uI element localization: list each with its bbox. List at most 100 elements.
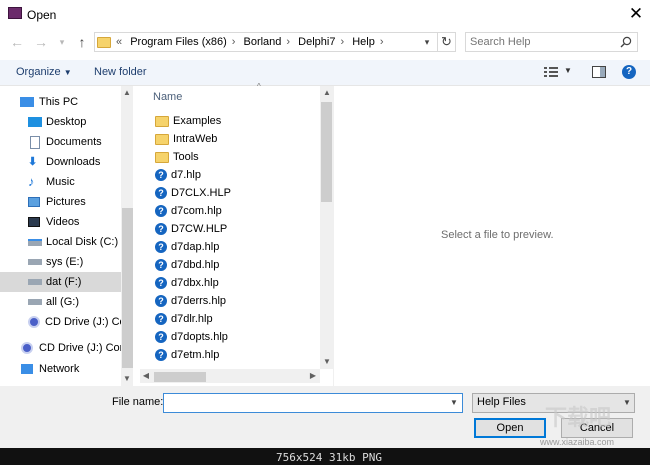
pictures-icon bbox=[28, 197, 40, 208]
filename-input[interactable] bbox=[167, 396, 437, 410]
nav-item-sys-e[interactable]: sys (E:) bbox=[0, 252, 121, 272]
app-icon bbox=[8, 7, 22, 19]
nav-item-all-g[interactable]: all (G:) bbox=[0, 292, 121, 312]
scroll-down-icon[interactable]: ▼ bbox=[121, 374, 133, 383]
chevron-right-icon[interactable]: › bbox=[286, 36, 290, 48]
list-item[interactable]: ? d7dbd.hlp bbox=[155, 256, 219, 274]
drive-icon bbox=[28, 238, 42, 246]
refresh-icon[interactable]: ↻ bbox=[437, 32, 455, 52]
list-item[interactable]: ? D7CW.HLP bbox=[155, 220, 227, 238]
help-icon[interactable]: ? bbox=[622, 65, 636, 79]
nav-label: Pictures bbox=[46, 196, 86, 208]
list-item[interactable]: Examples bbox=[155, 112, 221, 130]
list-item[interactable]: ? D7CLX.HLP bbox=[155, 184, 231, 202]
music-icon: ♪ bbox=[28, 174, 35, 190]
list-item[interactable]: ? d7etm.hlp bbox=[155, 346, 219, 364]
filetype-value: Help Files bbox=[477, 396, 526, 408]
nav-item-downloads[interactable]: ⬇ Downloads bbox=[0, 152, 121, 172]
filename-label: File name: bbox=[112, 396, 164, 408]
column-header-name[interactable]: Name bbox=[153, 91, 182, 103]
forward-arrow-icon[interactable]: → bbox=[32, 33, 50, 51]
new-folder-button[interactable]: New folder bbox=[94, 66, 147, 78]
scroll-left-icon[interactable]: ◀ bbox=[140, 371, 152, 380]
filename-field[interactable] bbox=[163, 393, 463, 413]
nav-item-pictures[interactable]: Pictures bbox=[0, 192, 121, 212]
search-input[interactable] bbox=[470, 35, 610, 49]
nav-label: sys (E:) bbox=[46, 256, 84, 268]
nav-item-music[interactable]: ♪ Music bbox=[0, 172, 121, 192]
help-file-icon: ? bbox=[155, 223, 167, 236]
help-file-icon: ? bbox=[155, 259, 167, 272]
scroll-down-icon[interactable]: ▼ bbox=[321, 357, 333, 366]
nav-label: CD Drive (J:) Conn bbox=[39, 342, 132, 354]
breadcrumb-item[interactable]: Borland bbox=[244, 36, 282, 48]
search-box[interactable] bbox=[465, 32, 638, 52]
nav-item-videos[interactable]: Videos bbox=[0, 212, 121, 232]
help-file-icon: ? bbox=[155, 313, 167, 326]
nav-item-network[interactable]: Network bbox=[0, 362, 121, 376]
nav-item-dat-f[interactable]: dat (F:) bbox=[0, 272, 121, 292]
nav-item-cd-drive-j-root[interactable]: CD Drive (J:) Conn bbox=[0, 338, 132, 358]
nav-label: Music bbox=[46, 176, 75, 188]
close-icon[interactable]: ✕ bbox=[626, 4, 646, 24]
filename-dropdown-icon[interactable]: ▼ bbox=[446, 393, 462, 413]
breadcrumb-item[interactable]: Program Files (x86) bbox=[130, 36, 227, 48]
scroll-right-icon[interactable]: ▶ bbox=[307, 371, 319, 380]
cd-drive-icon bbox=[28, 316, 40, 329]
chevron-right-icon[interactable]: › bbox=[380, 36, 384, 48]
file-name: d7dlr.hlp bbox=[171, 313, 213, 325]
file-name: Examples bbox=[173, 115, 222, 127]
file-name: D7CW.HLP bbox=[171, 223, 228, 235]
nav-label: all (G:) bbox=[46, 296, 79, 308]
up-arrow-icon[interactable]: ↑ bbox=[73, 33, 91, 51]
search-icon[interactable] bbox=[620, 36, 632, 48]
list-item[interactable]: ? d7dbx.hlp bbox=[155, 274, 219, 292]
drive-icon bbox=[28, 259, 42, 266]
address-dropdown-icon[interactable]: ▾ bbox=[419, 34, 435, 50]
nav-label: CD Drive (J:) Cor bbox=[45, 316, 130, 328]
file-list-scrollbar-thumb[interactable] bbox=[321, 102, 332, 202]
nav-label: This PC bbox=[39, 96, 79, 108]
list-item[interactable]: Tools bbox=[155, 148, 199, 166]
view-options-icon[interactable] bbox=[544, 66, 558, 78]
drive-icon bbox=[28, 299, 42, 306]
pane-divider[interactable] bbox=[333, 86, 334, 386]
file-name: d7derrs.hlp bbox=[171, 295, 227, 307]
nav-item-local-disk-c[interactable]: Local Disk (C:) bbox=[0, 232, 121, 252]
breadcrumb-overflow[interactable]: « bbox=[116, 36, 122, 48]
list-item[interactable]: ? d7com.hlp bbox=[155, 202, 222, 220]
hscrollbar-thumb[interactable] bbox=[154, 372, 206, 382]
back-arrow-icon[interactable]: ← bbox=[8, 33, 26, 51]
list-item[interactable]: ? d7dap.hlp bbox=[155, 238, 219, 256]
nav-item-documents[interactable]: Documents bbox=[0, 132, 121, 152]
preview-pane-icon[interactable] bbox=[592, 66, 606, 78]
organize-button[interactable]: Organize ▼ bbox=[16, 66, 72, 78]
chevron-right-icon[interactable]: › bbox=[340, 36, 344, 48]
list-item[interactable]: ? d7dlr.hlp bbox=[155, 310, 213, 328]
open-button[interactable]: Open bbox=[474, 418, 546, 438]
help-file-icon: ? bbox=[155, 295, 167, 308]
nav-item-desktop[interactable]: Desktop bbox=[0, 112, 121, 132]
folder-icon bbox=[155, 133, 169, 145]
view-dropdown-icon[interactable]: ▼ bbox=[564, 66, 572, 75]
nav-item-cd-drive-j[interactable]: CD Drive (J:) Cor bbox=[0, 312, 129, 332]
list-item[interactable]: ? d7.hlp bbox=[155, 166, 201, 184]
help-file-icon: ? bbox=[155, 205, 167, 218]
list-item[interactable]: ? d7derrs.hlp bbox=[155, 292, 226, 310]
recent-locations-icon[interactable]: ▾ bbox=[53, 33, 71, 51]
file-name: d7dap.hlp bbox=[171, 241, 220, 253]
organize-label: Organize bbox=[16, 66, 61, 78]
file-name: d7.hlp bbox=[171, 169, 201, 181]
scroll-up-icon[interactable]: ▲ bbox=[321, 88, 333, 97]
nav-label: Videos bbox=[46, 216, 80, 228]
list-item[interactable]: IntraWeb bbox=[155, 130, 217, 148]
breadcrumb-item[interactable]: Delphi7 bbox=[298, 36, 335, 48]
list-item[interactable]: ? d7dopts.hlp bbox=[155, 328, 228, 346]
chevron-right-icon[interactable]: › bbox=[232, 36, 236, 48]
nav-scrollbar-thumb[interactable] bbox=[122, 208, 133, 368]
breadcrumb-item[interactable]: Help bbox=[352, 36, 375, 48]
window-title: Open bbox=[27, 8, 57, 22]
nav-item-this-pc[interactable]: This PC bbox=[0, 92, 121, 112]
scroll-up-icon[interactable]: ▲ bbox=[121, 88, 133, 97]
nav-label: Desktop bbox=[46, 116, 87, 128]
